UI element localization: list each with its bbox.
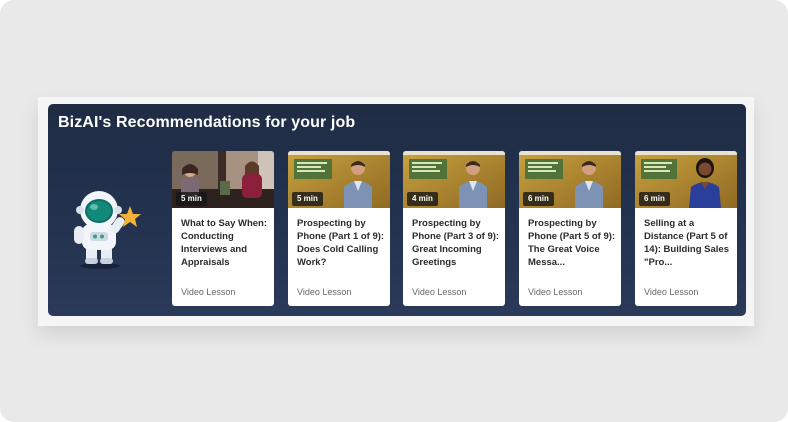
panel-title: BizAI's Recommendations for your job xyxy=(58,114,356,131)
duration-badge: 4 min xyxy=(407,192,438,206)
lesson-card[interactable]: 6 min Prospecting by Phone (Part 5 of 9)… xyxy=(519,151,621,306)
duration-badge: 6 min xyxy=(523,192,554,206)
duration-badge: 5 min xyxy=(176,192,207,206)
lesson-type: Video Lesson xyxy=(297,287,352,297)
lesson-title: Prospecting by Phone (Part 3 of 9): Grea… xyxy=(412,218,500,268)
duration-badge: 5 min xyxy=(292,192,323,206)
lesson-card[interactable]: 5 min Prospecting by Phone (Part 1 of 9)… xyxy=(288,151,390,306)
lesson-card[interactable]: 5 min What to Say When: Conducting Inter… xyxy=(172,151,274,306)
lesson-card[interactable]: 6 min Selling at a Distance (Part 5 of 1… xyxy=(635,151,737,306)
lesson-type: Video Lesson xyxy=(644,287,699,297)
lesson-title: Selling at a Distance (Part 5 of 14): Bu… xyxy=(644,218,729,268)
lesson-type: Video Lesson xyxy=(412,287,467,297)
lesson-type: Video Lesson xyxy=(181,287,236,297)
lesson-card[interactable]: 4 min Prospecting by Phone (Part 3 of 9)… xyxy=(403,151,505,306)
recommendations-panel: BizAI's Recommendations for your job 5 m… xyxy=(48,104,746,316)
lesson-type: Video Lesson xyxy=(528,287,583,297)
lesson-title: What to Say When: Conducting Interviews … xyxy=(181,218,268,268)
lesson-title: Prospecting by Phone (Part 1 of 9): Does… xyxy=(297,218,385,268)
astronaut-mascot-icon xyxy=(70,188,142,272)
lesson-title: Prospecting by Phone (Part 5 of 9): The … xyxy=(528,218,616,268)
duration-badge: 6 min xyxy=(639,192,670,206)
